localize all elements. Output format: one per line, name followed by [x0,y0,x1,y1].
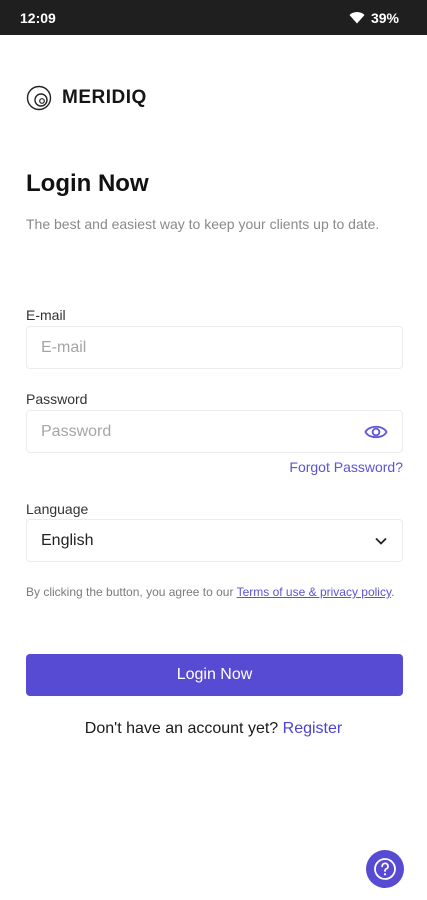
battery-percentage: 39% [370,9,399,26]
password-label: Password [26,391,88,407]
chevron-down-icon [375,537,387,545]
terms-link[interactable]: Terms of use & privacy policy [237,585,392,599]
email-label: E-mail [26,307,66,323]
language-label: Language [26,501,89,517]
forgot-password-link[interactable]: Forgot Password? [289,459,403,475]
password-field[interactable] [41,411,388,452]
brand-name: MERIDIQ [62,87,147,108]
register-prompt: Don't have an account yet? Register [0,720,427,738]
page-title: Login Now [26,170,149,197]
wifi-icon [349,12,365,24]
meridiq-logo-mark-icon [26,85,52,111]
email-field-container [26,326,403,369]
password-field-container [26,410,403,453]
question-mark-icon [374,858,396,880]
terms-prefix: By clicking the button, you agree to our [26,585,237,599]
language-select[interactable]: English [26,519,403,562]
page-subtitle: The best and easiest way to keep your cl… [26,216,380,232]
eye-icon[interactable] [364,421,388,443]
terms-suffix: . [391,585,395,599]
brand-logo: MERIDIQ [26,85,147,111]
login-button[interactable]: Login Now [26,654,403,696]
email-field[interactable] [41,327,388,368]
register-prompt-text: Don't have an account yet? [84,720,283,737]
register-link[interactable]: Register [283,720,343,737]
status-indicators: 39% [349,10,399,26]
help-button[interactable] [366,850,404,888]
terms-text: By clicking the button, you agree to our… [26,584,404,600]
status-time: 12:09 [20,9,56,26]
language-selected-value: English [41,531,94,549]
status-bar: 12:09 39% [0,0,427,35]
